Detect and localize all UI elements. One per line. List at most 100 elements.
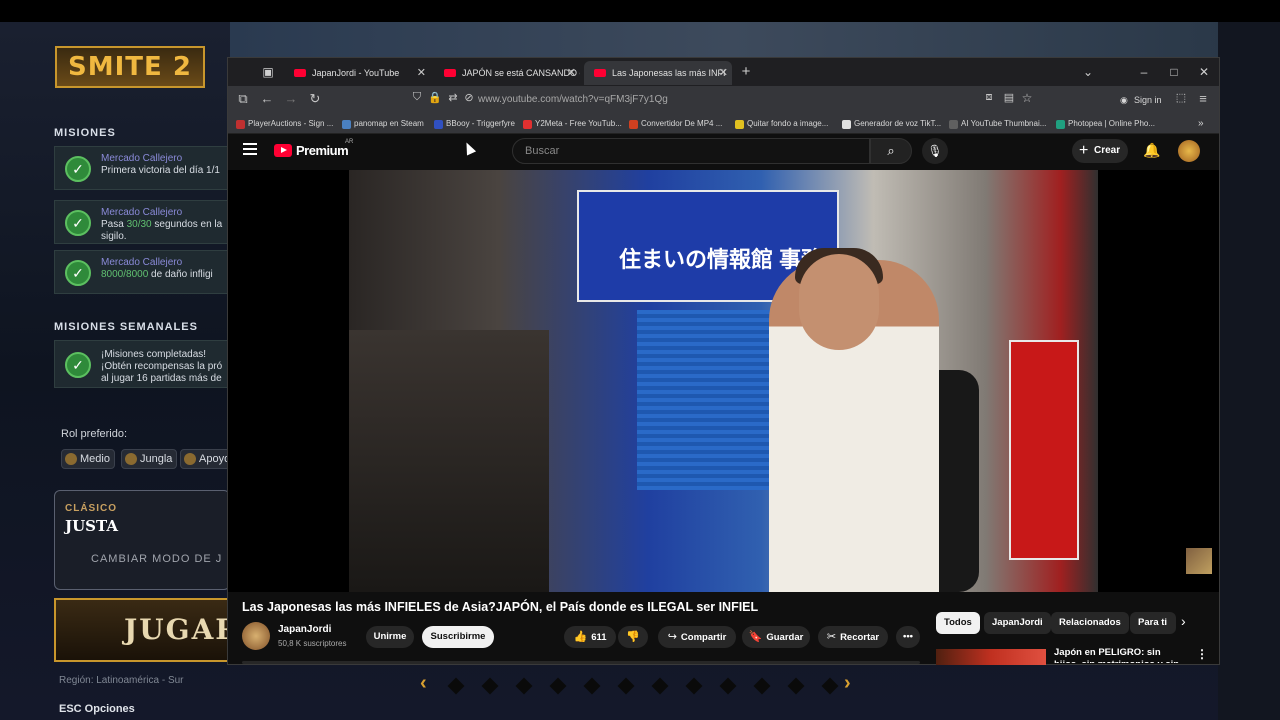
dislike-button[interactable]: 👎 bbox=[618, 626, 648, 648]
carousel-dot[interactable] bbox=[515, 677, 533, 695]
close-tab-icon[interactable]: ✕ bbox=[567, 61, 576, 85]
carousel-dot[interactable] bbox=[719, 677, 737, 695]
new-tab-icon[interactable]: + bbox=[734, 61, 758, 83]
play-button[interactable]: JUGAR bbox=[54, 598, 239, 662]
role-chip-medio[interactable]: Medio bbox=[61, 449, 115, 469]
bookmark-item[interactable]: BBooy - Triggerfyre bbox=[434, 117, 515, 131]
reader-icon[interactable]: ▤ bbox=[1000, 91, 1018, 104]
sign-in-button[interactable]: ◉ Sign in bbox=[1120, 91, 1162, 109]
tab-japonesas-active[interactable]: Las Japonesas las más INFI ✕ bbox=[584, 61, 732, 85]
more-bookmarks-icon[interactable]: » bbox=[1198, 117, 1204, 131]
role-chip-jungla[interactable]: Jungla bbox=[121, 449, 178, 469]
join-button[interactable]: Unirme bbox=[366, 626, 414, 648]
chevron-right-icon[interactable]: › bbox=[844, 672, 851, 695]
picture-in-picture-icon[interactable]: ⧈ bbox=[980, 91, 998, 104]
video-player[interactable]: 住まいの情報館 事務所 bbox=[228, 170, 1219, 592]
more-vert-icon[interactable]: ⋮ bbox=[1196, 647, 1208, 661]
minimize-icon[interactable]: – bbox=[1132, 61, 1156, 83]
chevron-left-icon[interactable]: ‹ bbox=[420, 672, 427, 695]
tab-actions-icon[interactable]: ▣ bbox=[256, 61, 280, 83]
search-input[interactable]: Buscar bbox=[512, 138, 870, 164]
chip-todos[interactable]: Todos bbox=[936, 612, 980, 634]
microphone-icon[interactable]: 🎙 bbox=[922, 138, 948, 164]
close-tab-icon[interactable]: ✕ bbox=[719, 61, 728, 85]
mission-card[interactable]: ✓ Mercado Callejero Pasa 30/30 segundos … bbox=[54, 200, 230, 244]
carousel-dot[interactable] bbox=[583, 677, 601, 695]
recommended-title[interactable]: Japón en PELIGRO: sin hijos, sin matrimo… bbox=[1054, 647, 1184, 663]
recommended-thumbnail[interactable] bbox=[936, 649, 1046, 665]
options-hint[interactable]: ESC Opciones bbox=[59, 703, 135, 715]
bookmark-item[interactable]: Photopea | Online Pho... bbox=[1056, 117, 1155, 131]
youtube-favicon-icon bbox=[294, 69, 306, 77]
mini-thumbnail[interactable] bbox=[1186, 548, 1212, 574]
bookmark-item[interactable]: Y2Meta - Free YouTub... bbox=[523, 117, 622, 131]
carousel-dot[interactable] bbox=[651, 677, 669, 695]
screen: SMITE 2 MISIONES ✓ Mercado Callejero Pri… bbox=[0, 0, 1280, 720]
chip-para-ti[interactable]: Para ti bbox=[1130, 612, 1176, 634]
chevron-down-icon[interactable]: ⌄ bbox=[1076, 61, 1100, 83]
bookmark-item[interactable]: Convertidor De MP4 ... bbox=[629, 117, 722, 131]
chip-relacionados[interactable]: Relacionados bbox=[1051, 612, 1129, 634]
extensions-icon[interactable]: ⬚ bbox=[1172, 91, 1190, 104]
chevron-right-icon[interactable]: › bbox=[1181, 613, 1186, 629]
carousel-dot[interactable] bbox=[447, 677, 465, 695]
bookmark-star-icon[interactable]: ☆ bbox=[1018, 91, 1036, 105]
carousel-dot[interactable] bbox=[481, 677, 499, 695]
avatar[interactable] bbox=[1178, 140, 1200, 162]
video-frame[interactable]: 住まいの情報館 事務所 bbox=[349, 170, 1098, 592]
reload-icon[interactable]: ↻ bbox=[306, 91, 324, 107]
youtube-logo-icon[interactable] bbox=[274, 144, 292, 157]
game-mode-panel[interactable]: CLÁSICO JUSTA CAMBIAR MODO DE J bbox=[54, 490, 230, 590]
close-tab-icon[interactable]: ✕ bbox=[417, 61, 426, 85]
more-actions-button[interactable]: ••• bbox=[896, 626, 920, 648]
carousel-dot[interactable] bbox=[787, 677, 805, 695]
back-icon[interactable]: ← bbox=[258, 91, 276, 106]
change-mode-button[interactable]: CAMBIAR MODO DE J bbox=[91, 553, 222, 565]
tab-japon-cansando[interactable]: JAPÓN se está CANSANDO de |✕ bbox=[434, 61, 580, 85]
channel-name[interactable]: JapanJordi bbox=[278, 624, 331, 635]
carousel-dot[interactable] bbox=[549, 677, 567, 695]
maximize-icon[interactable]: □ bbox=[1162, 61, 1186, 83]
notifications-bell-icon[interactable]: 🔔 bbox=[1143, 142, 1160, 159]
subscriber-count: 50,8 K suscriptores bbox=[278, 639, 347, 648]
role-icon bbox=[125, 453, 137, 465]
comments-divider bbox=[242, 661, 920, 664]
clip-button[interactable]: ✂ Recortar bbox=[818, 626, 888, 648]
share-button[interactable]: ↪ Compartir bbox=[658, 626, 736, 648]
create-button[interactable]: + Crear bbox=[1072, 139, 1128, 163]
hamburger-menu-icon[interactable] bbox=[243, 143, 257, 155]
lock-icon[interactable]: 🔒 bbox=[426, 91, 444, 104]
carousel-dot[interactable] bbox=[821, 677, 839, 695]
bookmark-item[interactable]: Quitar fondo a image... bbox=[735, 117, 828, 131]
mission-card[interactable]: ✓ Mercado Callejero Primera victoria del… bbox=[54, 146, 230, 190]
carousel-dot[interactable] bbox=[617, 677, 635, 695]
sidebar-icon[interactable]: ⧉ bbox=[234, 91, 252, 107]
save-button[interactable]: 🔖 Guardar bbox=[742, 626, 810, 648]
search-icon[interactable]: ⌕ bbox=[870, 138, 912, 164]
channel-avatar[interactable] bbox=[242, 622, 270, 650]
bookmark-item[interactable]: Generador de voz TikT... bbox=[842, 117, 941, 131]
carousel-dot[interactable] bbox=[685, 677, 703, 695]
youtube-premium-label[interactable]: Premium bbox=[296, 143, 349, 158]
bookmark-item[interactable]: AI YouTube Thumbnai... bbox=[949, 117, 1046, 131]
shield-icon[interactable]: ⛉ bbox=[408, 91, 426, 104]
address-bar: ⧉ ← → ↻ ⛉ 🔒 ⇄ ⊘ www.youtube.com/watch?v=… bbox=[228, 86, 1219, 114]
chip-japanjordi[interactable]: JapanJordi bbox=[984, 612, 1051, 634]
thumbs-up-icon: 👍 bbox=[573, 631, 588, 643]
subscribe-button[interactable]: Suscribirme bbox=[422, 626, 494, 648]
weekly-mission-card[interactable]: ✓ ¡Misiones completadas! ¡Obtén recompens… bbox=[54, 340, 230, 388]
forward-icon[interactable]: → bbox=[282, 91, 300, 106]
mission-card[interactable]: ✓ Mercado Callejero 8000/8000 de daño in… bbox=[54, 250, 230, 294]
tracking-icon[interactable]: ⊘ bbox=[460, 91, 478, 104]
browser-window: ▣ JapanJordi - YouTube ✕ JAPÓN se está CA… bbox=[227, 57, 1220, 665]
bookmark-item[interactable]: panomap en Steam bbox=[342, 117, 424, 131]
tab-japanjordi[interactable]: JapanJordi - YouTube ✕ bbox=[284, 61, 430, 85]
carousel-dot[interactable] bbox=[753, 677, 771, 695]
url-input[interactable]: www.youtube.com/watch?v=qFM3jF7y1Qg bbox=[478, 94, 668, 105]
close-window-icon[interactable]: ✕ bbox=[1192, 61, 1216, 83]
bookmark-item[interactable]: PlayerAuctions - Sign ... bbox=[236, 117, 333, 131]
like-button[interactable]: 👍 611 bbox=[564, 626, 616, 648]
bookmark-icon: 🔖 bbox=[748, 631, 763, 643]
game-bottom-carousel: ‹ › bbox=[420, 672, 860, 700]
menu-icon[interactable]: ≡ bbox=[1194, 91, 1212, 106]
